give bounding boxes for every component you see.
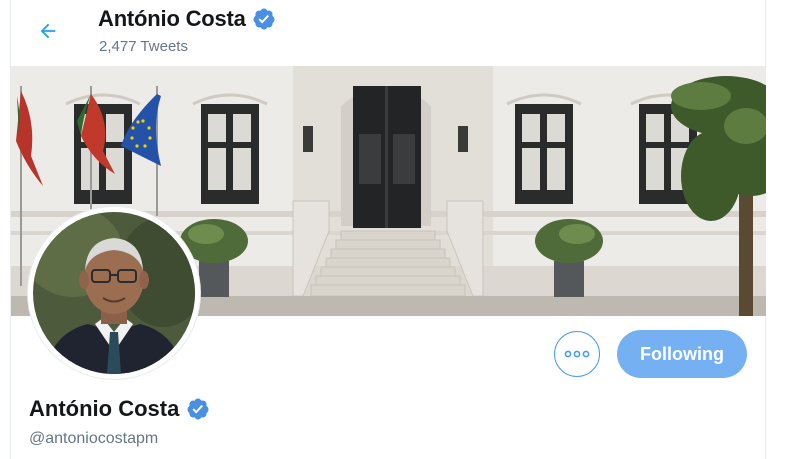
more-options-button[interactable]: [554, 331, 600, 377]
following-button[interactable]: Following: [617, 330, 747, 378]
profile-handle: @antoniocostapm: [29, 430, 159, 447]
verified-badge-icon: [253, 8, 275, 30]
back-button[interactable]: [33, 16, 63, 46]
profile-header-bar: António Costa 2,477 Tweets: [11, 0, 765, 64]
verified-badge-icon: [187, 398, 209, 420]
more-horizontal-icon: [564, 350, 590, 358]
profile-display-name: António Costa: [29, 396, 180, 421]
profile-name-row: António Costa: [29, 396, 210, 422]
tweet-count: 2,477 Tweets: [99, 38, 188, 55]
header-display-name: António Costa: [98, 6, 246, 31]
avatar-photo: [33, 212, 195, 374]
header-title: António Costa: [98, 6, 276, 32]
arrow-left-icon: [40, 23, 56, 39]
profile-avatar[interactable]: [27, 206, 201, 380]
profile-page: António Costa 2,477 Tweets Following Ant…: [10, 0, 766, 459]
